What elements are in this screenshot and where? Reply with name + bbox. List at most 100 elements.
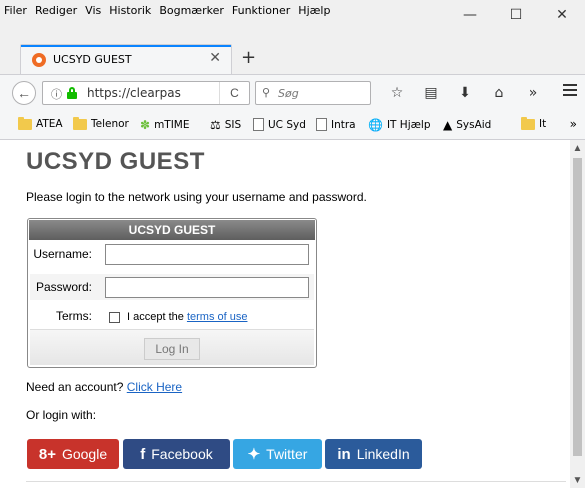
terms-checkbox[interactable]	[109, 312, 120, 323]
toolbar-icons: ☆ ▤ ⬇ ⌂ »	[380, 82, 550, 104]
bookmark-label: Intra	[331, 118, 356, 131]
bookmark-star-icon[interactable]: ☆	[380, 82, 414, 104]
search-bar[interactable]: ⚲ Søg	[255, 81, 371, 105]
scroll-down-icon[interactable]: ▼	[570, 472, 585, 488]
menu-help[interactable]: Hjælp	[298, 4, 330, 17]
bookmark-mtime[interactable]: ✽ mTIME	[140, 118, 190, 132]
back-arrow-icon: ←	[17, 85, 31, 101]
linkedin-login-button[interactable]: in LinkedIn	[325, 439, 422, 469]
bookmark-sysaid[interactable]: ▲ SysAid	[443, 118, 491, 132]
mtime-icon: ✽	[140, 118, 151, 132]
bookmark-label: Telenor	[91, 118, 129, 130]
linkedin-icon: in	[337, 445, 351, 463]
bookmark-label: SysAid	[456, 119, 492, 131]
maximize-button[interactable]: ☐	[493, 0, 539, 30]
overflow-icon[interactable]: »	[516, 82, 550, 104]
password-label: Password:	[35, 280, 92, 294]
bookmark-sis[interactable]: ⚖ SIS	[210, 118, 241, 132]
login-form: UCSYD GUEST Username: Password: Terms: I…	[27, 218, 317, 368]
need-account-text: Need an account? Click Here	[26, 380, 182, 394]
menu-history[interactable]: Historik	[109, 4, 151, 17]
home-icon[interactable]: ⌂	[482, 82, 516, 104]
info-icon[interactable]: ⓘ	[51, 86, 62, 102]
terms-row: Terms: I accept the terms of use	[30, 303, 314, 329]
minimize-button[interactable]: —	[447, 0, 493, 30]
bookmark-ucsyd[interactable]: UC Syd	[253, 118, 306, 131]
page-content: UCSYD GUEST Please login to the network …	[0, 140, 570, 488]
folder-icon	[521, 116, 535, 130]
username-row: Username:	[30, 241, 314, 267]
facebook-label: Facebook	[151, 446, 213, 462]
close-window-button[interactable]: ✕	[539, 0, 585, 30]
tab-title: UCSYD GUEST	[53, 53, 132, 66]
menu-bookmarks[interactable]: Bogmærker	[159, 4, 224, 17]
url-text[interactable]: https://clearpas	[87, 86, 217, 100]
linkedin-label: LinkedIn	[356, 446, 410, 462]
sysaid-icon: ▲	[443, 118, 453, 132]
menu-items: Filer Rediger Vis Historik Bogmærker Fun…	[4, 4, 330, 17]
page-icon	[316, 118, 327, 131]
menu-view[interactable]: Vis	[85, 4, 101, 17]
folder-icon	[73, 116, 87, 130]
bookmark-telenor[interactable]: Telenor	[73, 116, 129, 130]
bookmark-label: ATEA	[36, 118, 63, 130]
favicon-icon	[32, 53, 46, 67]
navigation-bar: ← ⓘ https://clearpas C ⚲ Søg ☆ ▤ ⬇ ⌂ »	[0, 74, 585, 110]
bookmark-it-hjaelp[interactable]: 🌐 IT Hjælp	[368, 118, 431, 132]
login-footer: Log In	[30, 329, 314, 365]
tab-close-icon[interactable]: ✕	[209, 50, 221, 66]
page-icon	[253, 118, 264, 131]
terms-of-use-link[interactable]: terms of use	[187, 311, 248, 323]
bookmarks-bar: ATEA Telenor ✽ mTIME ⚖ SIS UC Syd Intra …	[0, 110, 585, 140]
url-bar[interactable]: ⓘ https://clearpas C	[42, 81, 250, 105]
login-button[interactable]: Log In	[144, 338, 200, 360]
bookmark-label: It	[539, 118, 547, 130]
folder-icon	[18, 116, 32, 130]
twitter-login-button[interactable]: ✦ Twitter	[233, 439, 322, 469]
terms-label: Terms:	[56, 309, 92, 323]
username-input[interactable]	[105, 244, 309, 265]
scroll-thumb[interactable]	[573, 158, 582, 456]
reload-icon[interactable]: C	[219, 82, 249, 104]
username-label: Username:	[33, 247, 92, 261]
facebook-login-button[interactable]: f Facebook	[123, 439, 230, 469]
page-title: UCSYD GUEST	[26, 148, 205, 175]
menu-tools[interactable]: Funktioner	[232, 4, 290, 17]
vertical-scrollbar[interactable]: ▲ ▼	[570, 140, 585, 488]
google-label: Google	[61, 446, 108, 462]
bookmark-label: mTIME	[154, 119, 190, 131]
facebook-icon: f	[140, 445, 146, 463]
search-placeholder: Søg	[278, 87, 299, 100]
window-controls: — ☐ ✕	[447, 0, 585, 30]
menu-file[interactable]: Filer	[4, 4, 27, 17]
intro-text: Please login to the network using your u…	[26, 190, 367, 204]
sis-icon: ⚖	[210, 118, 221, 132]
back-button[interactable]: ←	[12, 81, 36, 105]
google-login-button[interactable]: 8+ Google	[27, 439, 119, 469]
bookmark-it[interactable]: It	[521, 116, 547, 130]
password-input[interactable]	[105, 277, 309, 298]
bookmark-atea[interactable]: ATEA	[18, 116, 63, 130]
or-login-text: Or login with:	[26, 408, 97, 422]
google-plus-icon: 8+	[38, 445, 56, 463]
bookmark-intra[interactable]: Intra	[316, 118, 356, 131]
twitter-icon: ✦	[247, 446, 261, 463]
library-icon[interactable]: ▤	[414, 82, 448, 104]
password-row: Password:	[30, 274, 314, 300]
lock-icon[interactable]	[67, 87, 77, 99]
new-tab-button[interactable]: +	[241, 47, 256, 68]
hamburger-menu-icon[interactable]	[563, 84, 577, 96]
globe-icon: 🌐	[368, 118, 383, 132]
download-icon[interactable]: ⬇	[448, 82, 482, 104]
bookmarks-overflow-icon[interactable]: »	[570, 117, 577, 131]
login-form-header: UCSYD GUEST	[29, 220, 315, 240]
twitter-label: Twitter	[266, 446, 308, 462]
menu-edit[interactable]: Rediger	[35, 4, 77, 17]
click-here-link[interactable]: Click Here	[127, 380, 182, 394]
browser-tab[interactable]: UCSYD GUEST ✕	[20, 44, 232, 74]
bookmark-label: SIS	[224, 119, 242, 131]
need-account-label: Need an account?	[26, 380, 124, 394]
bookmark-label: IT Hjælp	[386, 119, 431, 131]
bookmark-label: UC Syd	[268, 118, 306, 131]
scroll-up-icon[interactable]: ▲	[570, 140, 585, 156]
